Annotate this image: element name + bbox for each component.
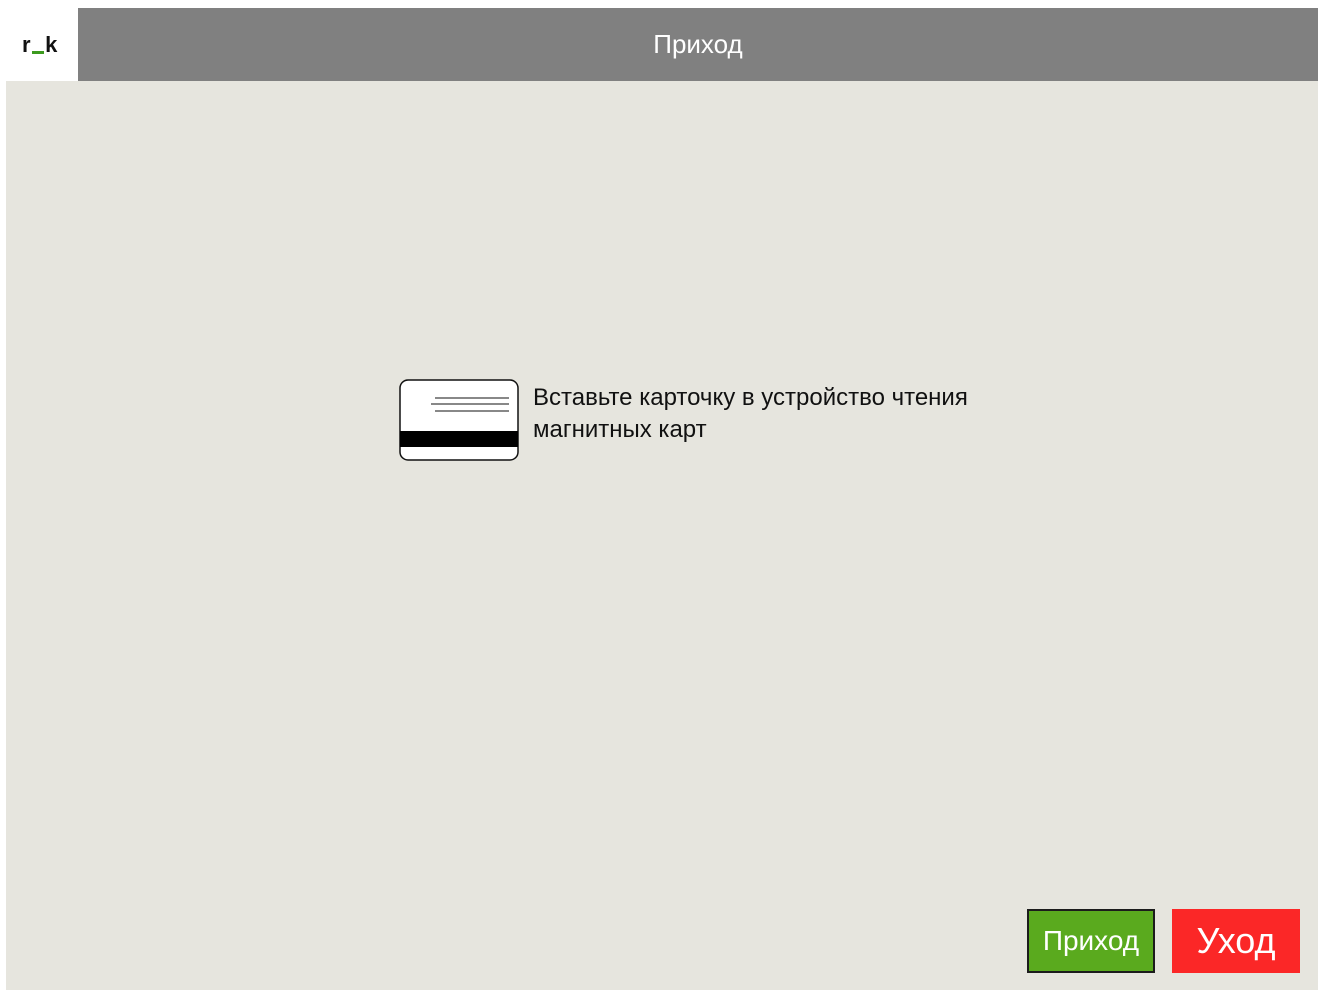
- header: rk Приход: [6, 8, 1318, 81]
- logo-prefix: r: [22, 32, 32, 57]
- clock-out-button[interactable]: Уход: [1172, 909, 1300, 973]
- prompt-line-2: магнитных карт: [533, 416, 707, 443]
- logo-underscore: [32, 51, 45, 54]
- app-window: rk Приход Вставьте карточку в устройство…: [6, 8, 1318, 990]
- card-prompt: Вставьте карточку в устройство чтения ма…: [399, 379, 1039, 461]
- magnetic-card-icon: [399, 379, 519, 461]
- logo-suffix: k: [45, 32, 58, 57]
- prompt-message: Вставьте карточку в устройство чтения ма…: [533, 382, 1033, 446]
- prompt-line-1: Вставьте карточку в устройство чтения: [533, 384, 968, 411]
- app-logo: rk: [22, 32, 58, 58]
- logo-box: rk: [6, 8, 78, 81]
- page-title: Приход: [653, 29, 743, 59]
- clock-in-button[interactable]: Приход: [1027, 909, 1155, 973]
- title-bar: Приход: [78, 8, 1318, 81]
